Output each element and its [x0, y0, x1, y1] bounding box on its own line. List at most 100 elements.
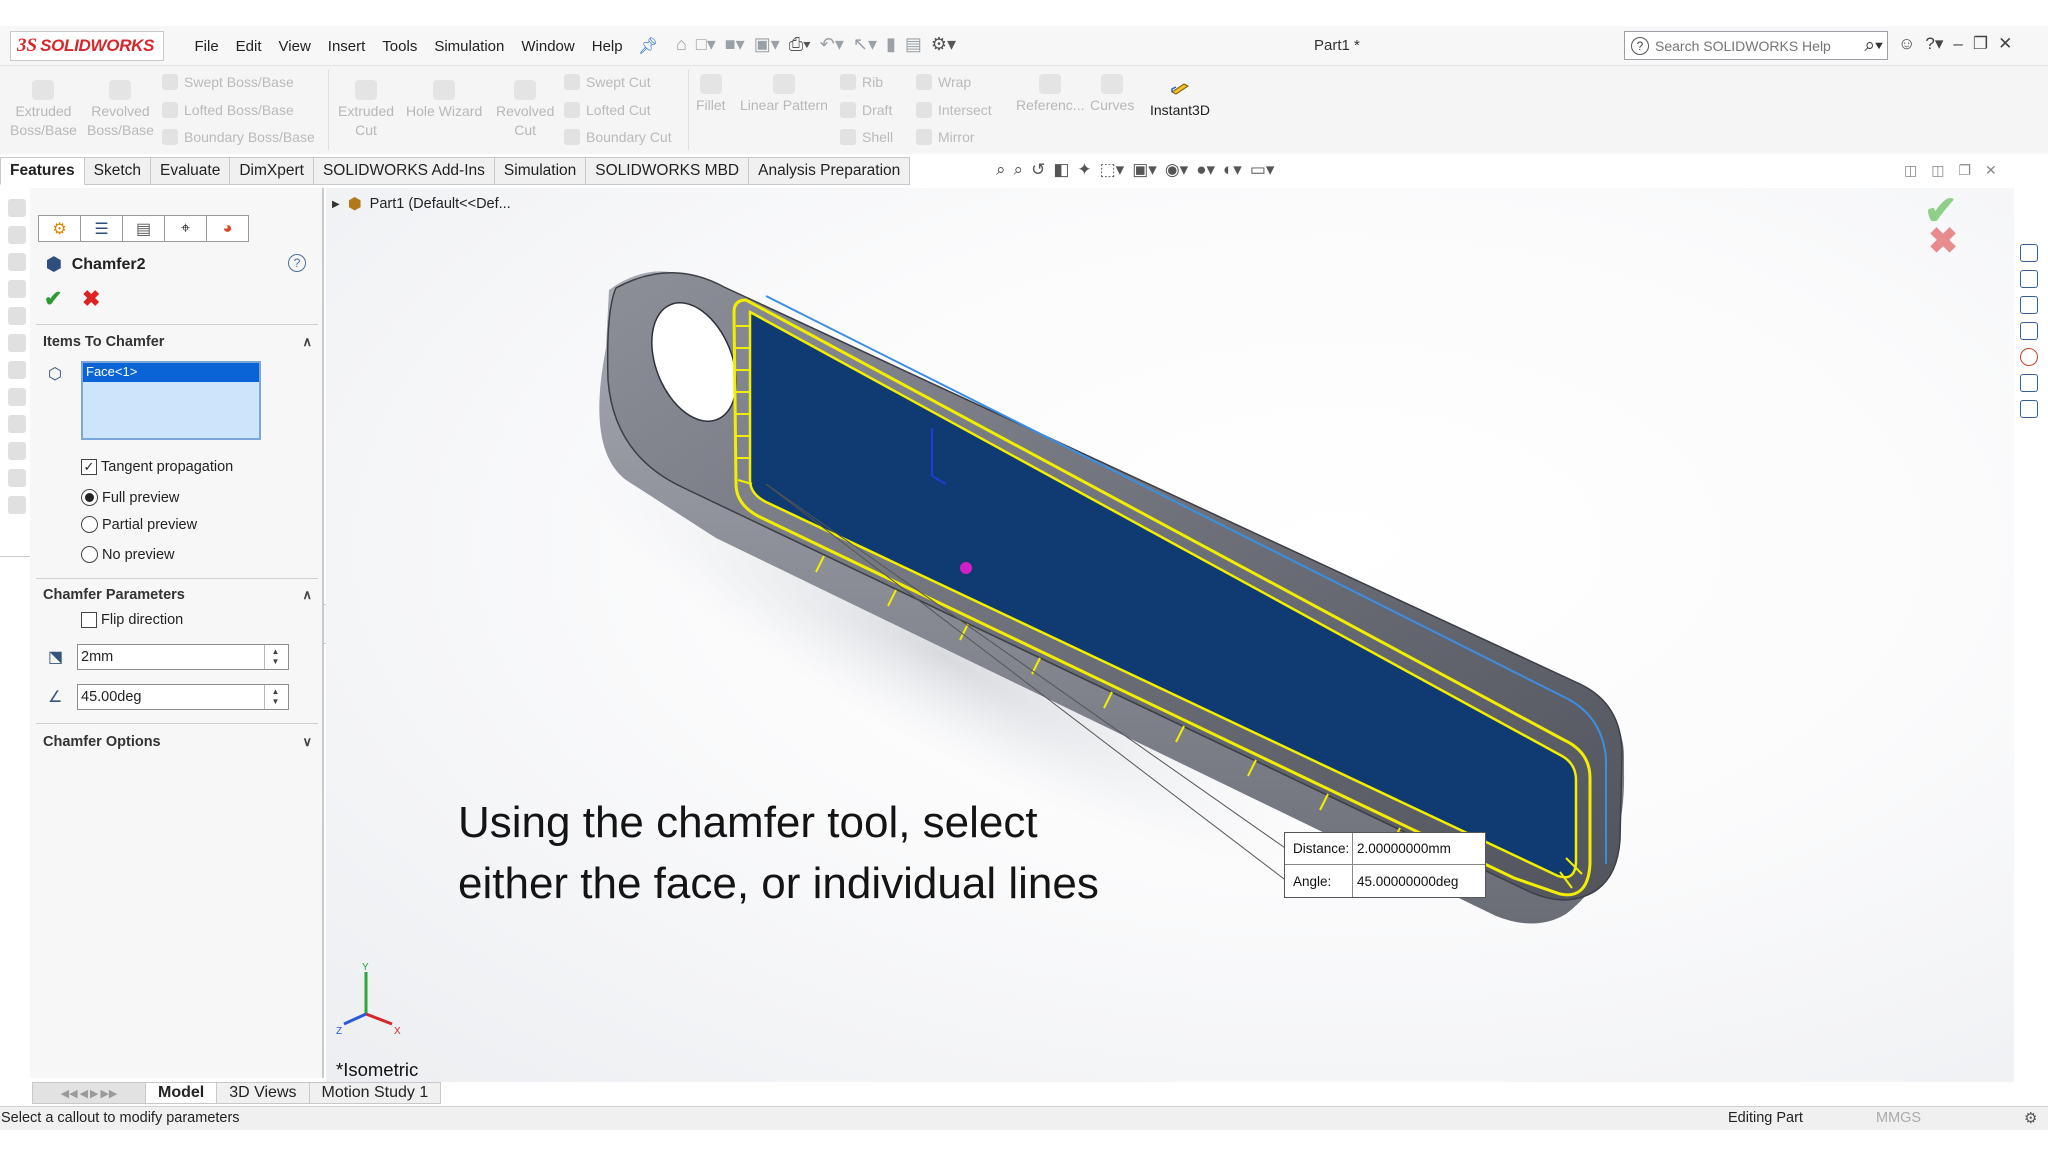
- property-manager-tab[interactable]: ☰: [80, 215, 123, 242]
- layer-icon[interactable]: [8, 253, 26, 271]
- menu-view[interactable]: View: [270, 38, 319, 55]
- appearances-icon[interactable]: [2020, 348, 2038, 366]
- rebuild-status-icon[interactable]: ⚙: [2024, 1109, 2037, 1127]
- lofted-cut-button[interactable]: Lofted Cut: [564, 102, 651, 118]
- display-manager-tab[interactable]: ◕: [206, 215, 249, 242]
- ok-check-icon[interactable]: ✔: [44, 286, 62, 312]
- revolved-cut-button[interactable]: Revolved Cut: [496, 80, 554, 140]
- selected-face-item[interactable]: Face<1>: [83, 363, 259, 382]
- menu-insert[interactable]: Insert: [319, 38, 374, 55]
- fillet-button[interactable]: Fillet: [696, 74, 726, 115]
- curves-button[interactable]: Curves: [1090, 74, 1134, 115]
- radio-unselected[interactable]: [81, 516, 98, 533]
- layer-icon[interactable]: [8, 307, 26, 325]
- display-style-icon[interactable]: ▣▾: [1132, 160, 1157, 180]
- print-icon[interactable]: ⎙▾: [789, 34, 811, 55]
- extruded-boss-button[interactable]: Extruded Boss/Base: [10, 80, 77, 140]
- tab-motion-study[interactable]: Motion Study 1: [309, 1082, 442, 1104]
- swept-boss-button[interactable]: Swept Boss/Base: [162, 74, 294, 90]
- view-orientation-icon[interactable]: ⬚▾: [1100, 160, 1125, 180]
- section-view-icon[interactable]: ◧: [1053, 160, 1069, 180]
- menu-edit[interactable]: Edit: [227, 38, 270, 55]
- graphics-area[interactable]: ▶ ⬢ Part1 (Default<<Def... ✔ ✖ Distance:…: [326, 188, 2014, 1082]
- rib-button[interactable]: Rib: [840, 74, 883, 90]
- revolved-boss-button[interactable]: Revolved Boss/Base: [87, 80, 154, 140]
- layer-icon[interactable]: [8, 469, 26, 487]
- menu-simulation[interactable]: Simulation: [426, 38, 513, 55]
- tab-model[interactable]: Model: [146, 1082, 218, 1104]
- tile-right-icon[interactable]: ◫: [1931, 162, 1944, 179]
- layer-icon[interactable]: [8, 226, 26, 244]
- lofted-boss-button[interactable]: Lofted Boss/Base: [162, 102, 294, 118]
- zoom-to-fit-icon[interactable]: ⌕: [996, 160, 1006, 180]
- save-icon[interactable]: ▣▾: [754, 34, 780, 55]
- help-icon[interactable]: ?: [288, 254, 306, 272]
- close-icon[interactable]: ✕: [1998, 34, 2012, 54]
- pin-icon[interactable]: 📌︎: [638, 36, 658, 56]
- layer-icon[interactable]: [8, 496, 26, 514]
- spinner-arrows[interactable]: ▲ ▼: [264, 685, 286, 709]
- full-preview-radio[interactable]: Full preview: [81, 489, 179, 506]
- view-settings-icon[interactable]: ▭▾: [1250, 160, 1275, 180]
- no-preview-radio[interactable]: No preview: [81, 546, 175, 563]
- tangent-propagation-checkbox[interactable]: ✓ Tangent propagation: [81, 459, 233, 475]
- configuration-manager-tab[interactable]: ▤: [122, 215, 165, 242]
- instant3d-button[interactable]: Instant3D: [1150, 80, 1210, 118]
- tab-features[interactable]: Features: [0, 157, 85, 185]
- select-icon[interactable]: ↖▾: [853, 34, 877, 55]
- restore-icon[interactable]: ❐: [1973, 34, 1988, 54]
- design-library-icon[interactable]: [2020, 270, 2038, 288]
- feature-manager-tab[interactable]: ⚙: [38, 215, 81, 242]
- draft-button[interactable]: Draft: [840, 102, 892, 118]
- tab-simulation[interactable]: Simulation: [494, 157, 587, 185]
- solidworks-resources-icon[interactable]: [2020, 244, 2038, 262]
- partial-preview-radio[interactable]: Partial preview: [81, 516, 197, 533]
- layer-icon[interactable]: [8, 361, 26, 379]
- undo-icon[interactable]: ↶▾: [820, 34, 844, 55]
- user-icon[interactable]: ☺: [1898, 34, 1915, 54]
- tab-evaluate[interactable]: Evaluate: [151, 157, 231, 185]
- mirror-button[interactable]: Mirror: [916, 129, 975, 145]
- next-tab-icon[interactable]: ▶: [90, 1087, 98, 1100]
- hole-wizard-button[interactable]: Hole Wizard: [406, 80, 482, 121]
- items-to-chamfer-header[interactable]: Items To Chamfer ∧: [30, 334, 320, 350]
- boundary-cut-button[interactable]: Boundary Cut: [564, 129, 672, 145]
- forum-icon[interactable]: [2020, 400, 2038, 418]
- shell-button[interactable]: Shell: [840, 129, 893, 145]
- file-explorer-icon[interactable]: [2020, 296, 2038, 314]
- menu-window[interactable]: Window: [513, 38, 583, 55]
- cancel-x-icon[interactable]: ✖: [82, 286, 100, 312]
- tab-3d-views[interactable]: 3D Views: [217, 1082, 310, 1104]
- swept-cut-button[interactable]: Swept Cut: [564, 74, 651, 90]
- chamfer-parameters-header[interactable]: Chamfer Parameters ∧: [30, 587, 320, 603]
- callout-angle-value[interactable]: 45.00000000deg: [1353, 874, 1458, 889]
- flip-direction-checkbox[interactable]: Flip direction: [81, 612, 183, 628]
- chamfer-options-header[interactable]: Chamfer Options ∨: [30, 734, 320, 750]
- viewport-close-icon[interactable]: ✕: [1985, 162, 1997, 179]
- new-document-icon[interactable]: □▾: [696, 34, 716, 55]
- linear-pattern-button[interactable]: Linear Pattern: [740, 74, 828, 115]
- rebuild-icon[interactable]: ▮: [886, 34, 896, 55]
- zoom-to-area-icon[interactable]: ⌕: [1014, 160, 1024, 180]
- radio-selected[interactable]: [81, 489, 98, 506]
- dynamic-annotation-icon[interactable]: ✦: [1077, 160, 1091, 180]
- checkbox-checked[interactable]: ✓: [81, 459, 97, 475]
- tab-analysis-preparation[interactable]: Analysis Preparation: [749, 157, 911, 185]
- view-palette-icon[interactable]: [2020, 322, 2038, 340]
- last-tab-icon[interactable]: ▶▶: [100, 1087, 117, 1100]
- checkbox-unchecked[interactable]: [81, 612, 97, 628]
- hide-show-items-icon[interactable]: ◉▾: [1165, 160, 1188, 180]
- items-selection-box[interactable]: Face<1>: [81, 361, 261, 440]
- layer-icon[interactable]: [8, 415, 26, 433]
- search-icon[interactable]: ⌕▾: [1864, 35, 1883, 57]
- tile-left-icon[interactable]: ◫: [1904, 162, 1917, 179]
- search-input[interactable]: [1655, 37, 1845, 54]
- layer-icon[interactable]: [8, 388, 26, 406]
- solidworks-logo[interactable]: 3S SOLIDWORKS: [10, 31, 164, 61]
- menu-tools[interactable]: Tools: [374, 38, 426, 55]
- radio-unselected[interactable]: [81, 546, 98, 563]
- layer-icon[interactable]: [8, 442, 26, 460]
- menu-help[interactable]: Help: [583, 38, 631, 55]
- prev-tab-icon[interactable]: ◀: [80, 1087, 88, 1100]
- intersect-button[interactable]: Intersect: [916, 102, 992, 118]
